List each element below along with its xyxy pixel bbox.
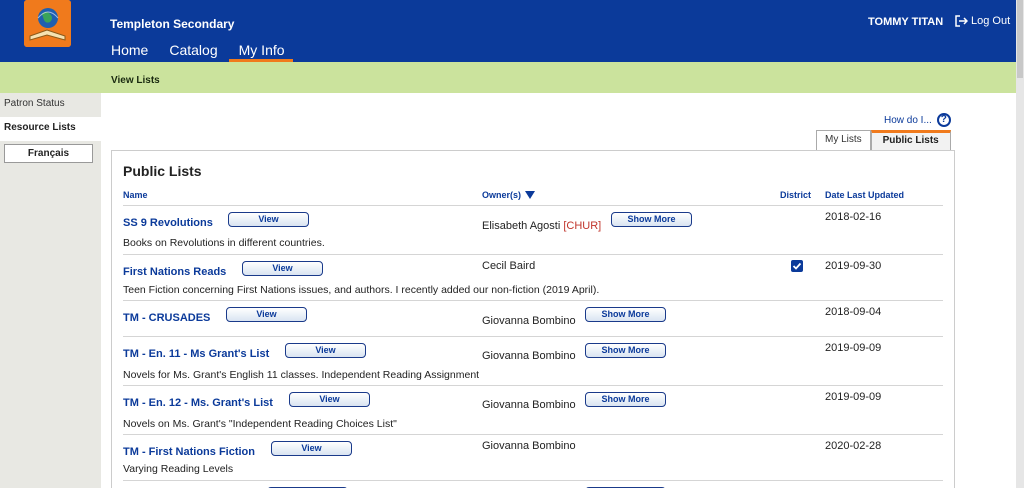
library-logo-icon[interactable]: [24, 0, 71, 47]
view-button[interactable]: View: [285, 343, 366, 358]
row-divider: [123, 300, 943, 301]
nav-catalog[interactable]: Catalog: [169, 42, 217, 62]
row-divider: [123, 254, 943, 255]
list-title[interactable]: TM - CRUSADES: [123, 312, 210, 324]
show-more-button[interactable]: Show More: [611, 212, 692, 227]
list-owner: Giovanna Bombino: [482, 440, 576, 452]
sidebar-item-patron-status[interactable]: Patron Status: [0, 93, 101, 117]
row-divider: [123, 205, 943, 206]
column-header-owner[interactable]: Owner(s): [482, 190, 536, 200]
list-date: 2018-09-04: [825, 306, 882, 318]
scrollbar-thumb[interactable]: [1017, 0, 1023, 78]
sidebar-item-resource-lists[interactable]: Resource Lists: [0, 117, 101, 141]
view-button[interactable]: View: [242, 261, 323, 276]
list-title[interactable]: First Nations Reads: [123, 266, 226, 278]
list-date: 2018-02-16: [825, 211, 882, 223]
sidebar: Patron Status Resource Lists Français: [0, 93, 101, 488]
list-tabs: My Lists Public Lists: [816, 130, 951, 150]
nav-home[interactable]: Home: [111, 42, 148, 62]
tab-public-lists[interactable]: Public Lists: [870, 130, 951, 150]
panel-title: Public Lists: [123, 163, 202, 179]
list-title[interactable]: SS 9 Revolutions: [123, 217, 213, 229]
list-date: 2019-09-09: [825, 342, 882, 354]
question-icon: ?: [936, 113, 951, 127]
list-owner: Elisabeth Agosti [CHUR]: [482, 220, 601, 232]
list-title[interactable]: TM - First Nations Fiction: [123, 446, 255, 458]
user-name: TOMMY TITAN: [868, 16, 944, 28]
logout-label: Log Out: [971, 15, 1011, 27]
list-title[interactable]: TM - En. 12 - Ms. Grant's List: [123, 397, 273, 409]
show-more-button[interactable]: Show More: [585, 307, 666, 322]
sort-descending-icon: [525, 191, 536, 199]
nav-my-info[interactable]: My Info: [228, 42, 293, 62]
column-header-owner-label: Owner(s): [482, 190, 522, 200]
list-owner: Giovanna Bombino: [482, 315, 576, 327]
list-description: Varying Reading Levels: [123, 463, 234, 475]
list-description: Novels for Ms. Grant's English 11 classe…: [123, 369, 480, 381]
row-divider: [123, 480, 943, 481]
column-header-district[interactable]: District: [780, 190, 811, 200]
owner-name: Giovanna Bombino: [482, 440, 576, 452]
owner-tag: [CHUR]: [563, 220, 602, 232]
logout-icon: [955, 15, 968, 27]
owner-name: Elisabeth Agosti: [482, 220, 561, 232]
page-scrollbar[interactable]: [1016, 0, 1024, 488]
column-header-name[interactable]: Name: [123, 190, 148, 200]
main-nav: Home Catalog My Info: [111, 42, 314, 62]
owner-name: Giovanna Bombino: [482, 399, 576, 411]
list-title[interactable]: TM - En. 11 - Ms Grant's List: [123, 348, 269, 360]
list-description: Teen Fiction concerning First Nations is…: [123, 284, 600, 296]
logout-link[interactable]: Log Out: [955, 15, 1010, 27]
list-date: 2019-09-09: [825, 391, 882, 403]
top-header: Templeton Secondary Home Catalog My Info…: [0, 0, 1024, 62]
view-button[interactable]: View: [271, 441, 352, 456]
owner-name: Cecil Baird: [482, 260, 536, 272]
district-checkbox: [791, 260, 803, 272]
language-button[interactable]: Français: [4, 144, 93, 163]
column-header-date[interactable]: Date Last Updated: [825, 190, 904, 200]
owner-name: Giovanna Bombino: [482, 350, 576, 362]
view-button[interactable]: View: [226, 307, 307, 322]
list-owner: Giovanna Bombino: [482, 399, 576, 411]
school-name: Templeton Secondary: [110, 17, 235, 31]
owner-name: Giovanna Bombino: [482, 315, 576, 327]
view-button[interactable]: View: [289, 392, 370, 407]
page-title: View Lists: [111, 75, 160, 86]
public-lists-panel: Public Lists Name Owner(s) District Date…: [111, 150, 955, 488]
sub-header: View Lists: [0, 62, 1016, 93]
row-divider: [123, 385, 943, 386]
checkmark-icon: [792, 262, 802, 270]
list-date: 2019-09-30: [825, 260, 882, 272]
row-divider: [123, 336, 943, 337]
list-description: Novels on Ms. Grant's "Independent Readi…: [123, 418, 397, 430]
list-description: Books on Revolutions in different countr…: [123, 237, 325, 249]
show-more-button[interactable]: Show More: [585, 392, 666, 407]
list-date: 2020-02-28: [825, 440, 882, 452]
help-label: How do I...: [884, 114, 932, 126]
view-button[interactable]: View: [228, 212, 309, 227]
show-more-button[interactable]: Show More: [585, 343, 666, 358]
list-owner: Giovanna Bombino: [482, 350, 576, 362]
row-divider: [123, 434, 943, 435]
list-owner: Cecil Baird: [482, 260, 535, 272]
tab-my-lists[interactable]: My Lists: [816, 130, 871, 150]
help-link[interactable]: How do I... ?: [884, 113, 951, 127]
